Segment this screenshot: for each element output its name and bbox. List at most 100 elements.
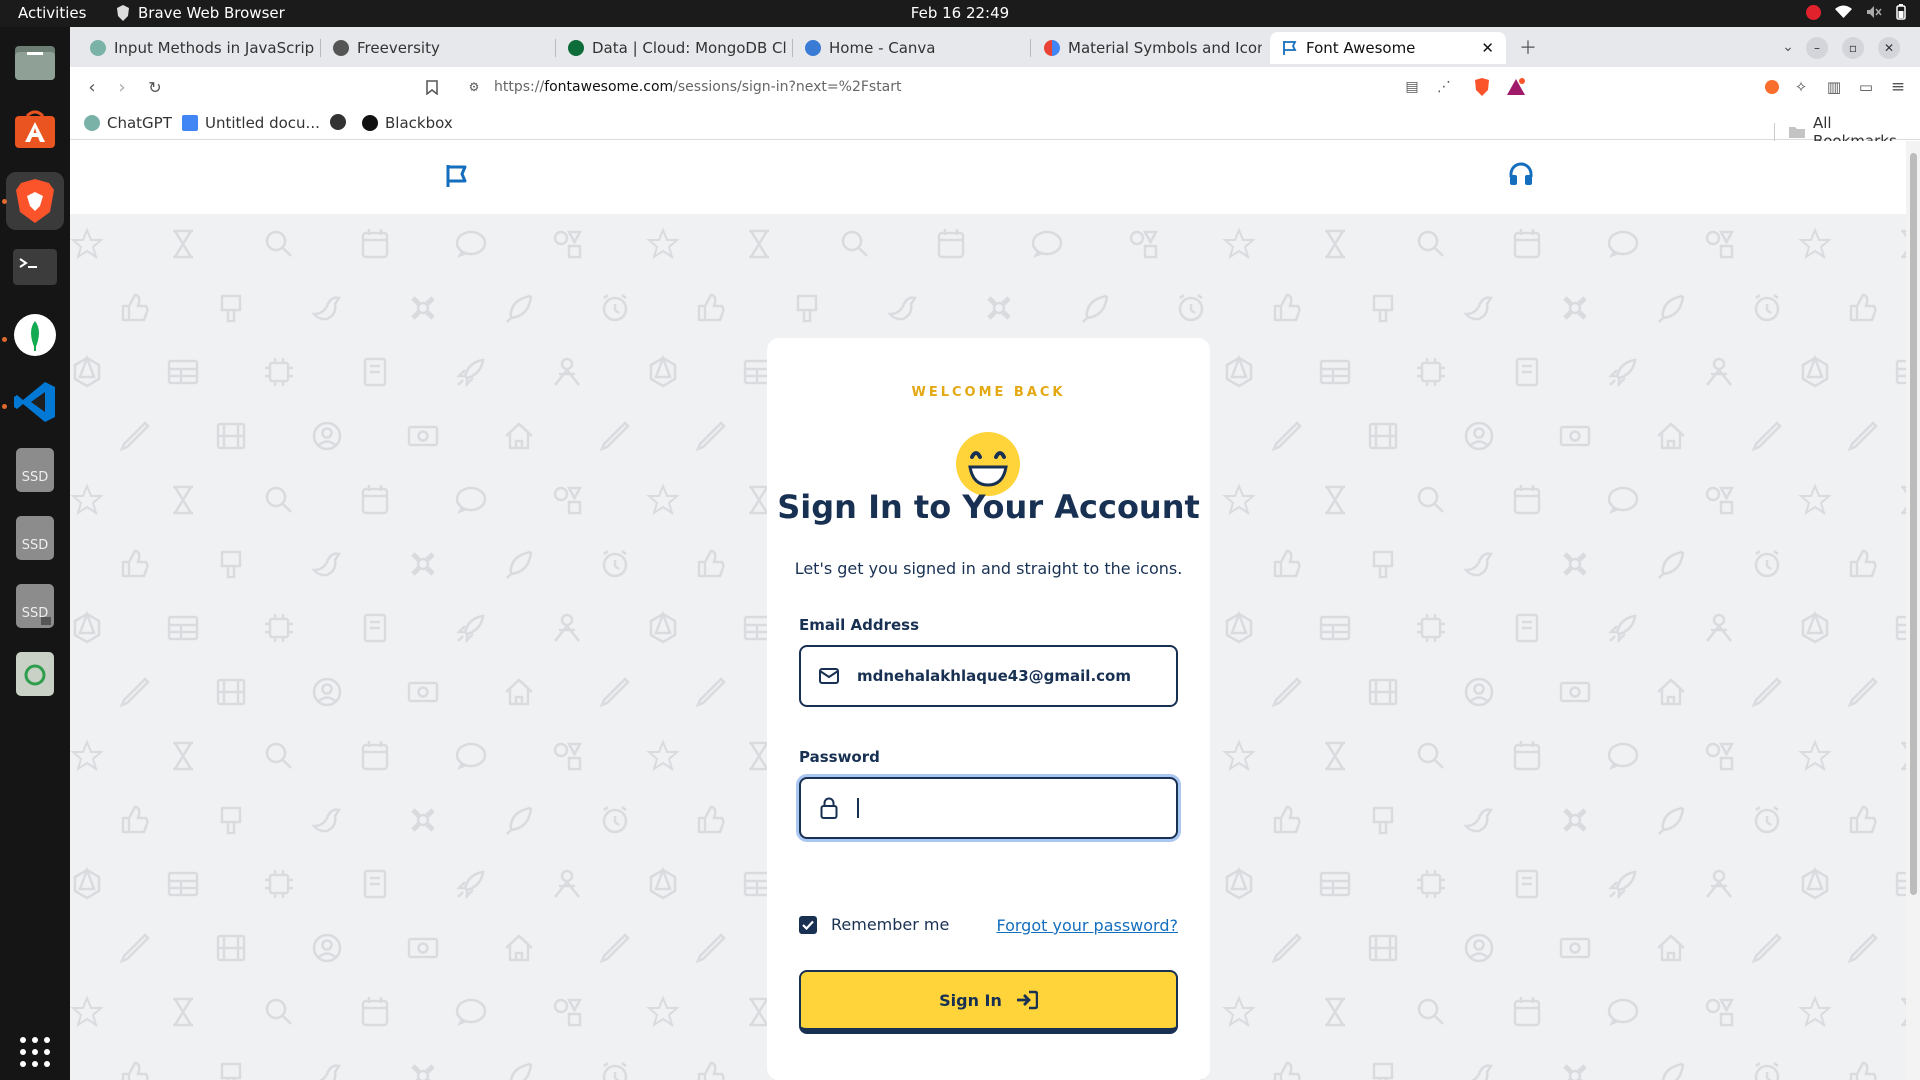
pattern-icon (456, 358, 485, 387)
tab-canva[interactable]: Home - Canva (793, 32, 1023, 64)
password-field[interactable] (799, 777, 1178, 839)
close-tab-icon[interactable]: ✕ (1481, 39, 1494, 57)
pattern-icon (1224, 485, 1254, 514)
pattern-icon (602, 805, 628, 834)
pattern-icon (1801, 356, 1829, 388)
reader-mode-icon[interactable]: ▤ (1400, 75, 1424, 99)
minimize-button[interactable]: – (1806, 37, 1828, 59)
text-caret (857, 798, 859, 818)
scrollbar-thumb[interactable] (1910, 153, 1917, 895)
forward-button[interactable]: › (110, 75, 134, 99)
app-dock: SSD SSD SSD (0, 27, 70, 1080)
pattern-icon (1607, 998, 1639, 1028)
pattern-icon (696, 933, 726, 963)
sign-in-card: WELCOME BACK Sign In to Your Account Let… (767, 338, 1210, 1080)
dock-app-center[interactable] (10, 104, 60, 154)
tab-search-chevron-icon[interactable]: ⌄ (1776, 35, 1800, 59)
tab-mongodb[interactable]: Data | Cloud: MongoDB Clou (556, 32, 786, 64)
sidebar-icon[interactable]: ▥ (1822, 75, 1846, 99)
pattern-icon (413, 1066, 433, 1080)
pattern-icon (1559, 681, 1591, 703)
brave-shields-icon[interactable] (1470, 75, 1494, 99)
pattern-icon (1895, 359, 1906, 385)
pattern-icon (1272, 933, 1302, 963)
bookmark-chatgpt[interactable]: ChatGPT (84, 114, 172, 132)
pattern-icon (1225, 356, 1253, 388)
brave-rewards-icon[interactable] (1504, 75, 1528, 99)
bookmark-untitled-document[interactable]: Untitled docu... (182, 114, 320, 132)
pattern-icon (265, 998, 293, 1026)
maximize-button[interactable]: ▫ (1842, 37, 1864, 59)
pattern-icon (697, 805, 725, 834)
pattern-icon (171, 229, 195, 259)
dock-ssd-1[interactable]: SSD (10, 445, 60, 495)
pattern-icon (1272, 421, 1302, 451)
address-bar[interactable]: https://fontawesome.com/sessions/sign-in… (494, 74, 1494, 100)
dock-brave[interactable] (6, 172, 64, 230)
pattern-icon (72, 485, 102, 514)
pattern-icon (1225, 612, 1253, 644)
dock-files[interactable] (10, 37, 60, 87)
pattern-icon (1031, 230, 1063, 260)
forgot-password-link[interactable]: Forgot your password? (996, 916, 1178, 935)
sign-in-button[interactable]: Sign In (799, 970, 1178, 1034)
tab-material-symbols[interactable]: Material Symbols and Icons - (1032, 32, 1262, 64)
flag-favicon-icon (1283, 41, 1297, 55)
clock[interactable]: Feb 16 22:49 (0, 4, 1920, 22)
pattern-icon (1849, 549, 1877, 578)
pattern-icon (1417, 742, 1445, 770)
share-icon[interactable]: ⋰ (1432, 75, 1456, 99)
pattern-icon (120, 421, 150, 451)
pattern-icon (121, 549, 149, 578)
pattern-icon (1849, 1061, 1877, 1080)
font-awesome-flag-logo-icon[interactable] (444, 163, 470, 189)
pattern-icon (796, 294, 818, 323)
tab-font-awesome[interactable]: Font Awesome ✕ (1270, 32, 1506, 64)
reload-button[interactable]: ↻ (143, 75, 167, 99)
wallet-icon[interactable]: ▭ (1854, 75, 1878, 99)
menu-icon[interactable]: ≡ (1886, 75, 1910, 99)
pattern-icon (1368, 934, 1398, 962)
back-button[interactable]: ‹ (80, 75, 104, 99)
google-favicon-icon (1044, 40, 1060, 56)
folder-icon (1788, 127, 1805, 138)
pattern-icon (1657, 1062, 1685, 1080)
extensions-icon[interactable]: ✧ (1789, 75, 1813, 99)
pattern-icon (553, 998, 582, 1027)
dock-vscode[interactable] (10, 377, 60, 427)
pattern-icon (361, 739, 389, 771)
bookmark-icon[interactable] (420, 75, 444, 99)
pattern-icon (1801, 612, 1829, 644)
page-scrollbar[interactable] (1906, 141, 1920, 1080)
new-tab-button[interactable]: ＋ (1516, 35, 1540, 59)
pattern-icon (73, 868, 101, 900)
close-window-button[interactable]: ✕ (1878, 37, 1900, 59)
pattern-icon (1607, 742, 1639, 772)
pattern-icon (1273, 293, 1301, 322)
dock-terminal[interactable] (10, 242, 60, 292)
dock-mongodb-compass[interactable] (10, 310, 60, 360)
system-tray[interactable] (1806, 4, 1906, 20)
remember-me-checkbox[interactable]: Remember me (799, 915, 949, 934)
email-field[interactable]: mdnehalakhlaque43@gmail.com (799, 645, 1178, 707)
dock-trash[interactable] (10, 649, 60, 699)
pattern-icon (1323, 485, 1347, 515)
headset-support-icon[interactable] (1507, 161, 1535, 189)
bookmark-blackbox[interactable]: Blackbox (362, 114, 453, 132)
pattern-icon (747, 485, 771, 515)
pattern-icon (167, 871, 199, 897)
tab-freeversity[interactable]: Freeversity (321, 32, 551, 64)
pattern-icon (1800, 229, 1830, 258)
dock-ssd-3[interactable]: SSD (10, 581, 60, 631)
pattern-icon (407, 937, 439, 959)
site-settings-icon[interactable]: ⚙ (462, 75, 486, 99)
dock-ssd-2[interactable]: SSD (10, 513, 60, 563)
brave-leo-icon[interactable] (1760, 75, 1784, 99)
bookmark-label: Untitled docu... (205, 114, 320, 132)
tab-input-methods[interactable]: Input Methods in JavaScript (78, 32, 314, 64)
bookmark-globe[interactable] (330, 114, 353, 130)
pattern-icon (312, 677, 342, 707)
dock-show-apps[interactable] (10, 1027, 60, 1077)
checkbox-checked-icon[interactable] (799, 915, 817, 934)
email-value: mdnehalakhlaque43@gmail.com (857, 667, 1131, 685)
